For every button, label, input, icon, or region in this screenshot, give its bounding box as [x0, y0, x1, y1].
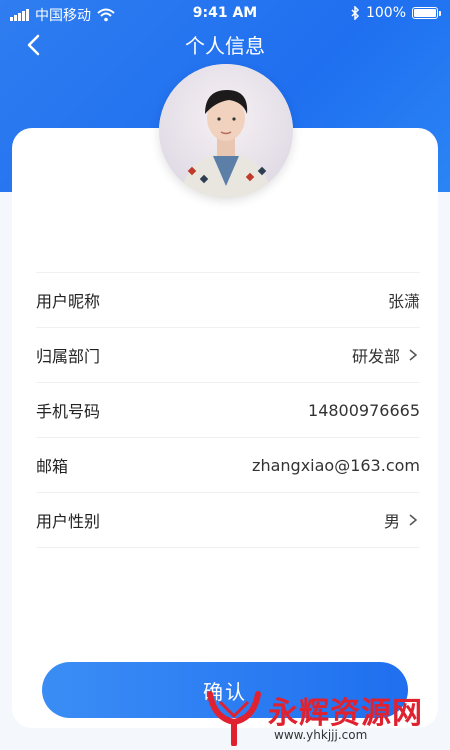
- department-value: 研发部: [351, 347, 400, 366]
- phone-value: 14800976665: [308, 400, 420, 420]
- watermark-url: www.yhkjjj.com: [274, 728, 368, 742]
- watermark-logo-icon: [207, 691, 261, 746]
- row-value: 男: [384, 508, 420, 532]
- row-value: zhangxiao@163.com: [252, 456, 420, 475]
- watermark: 永辉资源网 www.yhkjjj.com: [204, 688, 444, 748]
- row-value: 14800976665: [308, 401, 420, 420]
- row-gender[interactable]: 用户性别 男: [36, 492, 420, 548]
- chevron-right-icon: [409, 349, 418, 361]
- row-department[interactable]: 归属部门 研发部: [36, 327, 420, 382]
- row-phone[interactable]: 手机号码 14800976665: [36, 382, 420, 437]
- row-nickname[interactable]: 用户昵称 张潇: [36, 272, 420, 327]
- row-label: 用户昵称: [36, 292, 101, 311]
- row-label: 用户性别: [36, 512, 101, 531]
- row-label: 手机号码: [36, 402, 101, 421]
- avatar[interactable]: [159, 64, 293, 198]
- profile-form: 用户昵称 张潇 归属部门 研发部 手机号码 14800976665 邮箱 zha…: [36, 272, 420, 548]
- gender-value: 男: [383, 512, 400, 531]
- row-label: 邮箱: [36, 457, 69, 476]
- row-email[interactable]: 邮箱 zhangxiao@163.com: [36, 437, 420, 492]
- email-value: zhangxiao@163.com: [252, 455, 420, 475]
- status-right: 100%: [350, 5, 441, 21]
- watermark-text: 永辉资源网: [268, 696, 423, 731]
- row-value: 张潇: [388, 288, 420, 312]
- battery-percent: 100%: [365, 5, 406, 21]
- navigation-bar: 个人信息: [0, 28, 450, 62]
- page-title: 个人信息: [185, 34, 265, 58]
- chevron-right-icon: [409, 514, 418, 526]
- battery-icon: [412, 7, 441, 19]
- avatar-photo: [159, 64, 293, 198]
- battery-fill: [414, 9, 436, 17]
- row-label: 归属部门: [36, 347, 101, 366]
- status-bar: 中国移动 9:41 AM 100%: [0, 0, 450, 28]
- row-value: 研发部: [352, 343, 420, 367]
- nickname-value: 张潇: [387, 292, 420, 311]
- bluetooth-icon: [351, 6, 360, 20]
